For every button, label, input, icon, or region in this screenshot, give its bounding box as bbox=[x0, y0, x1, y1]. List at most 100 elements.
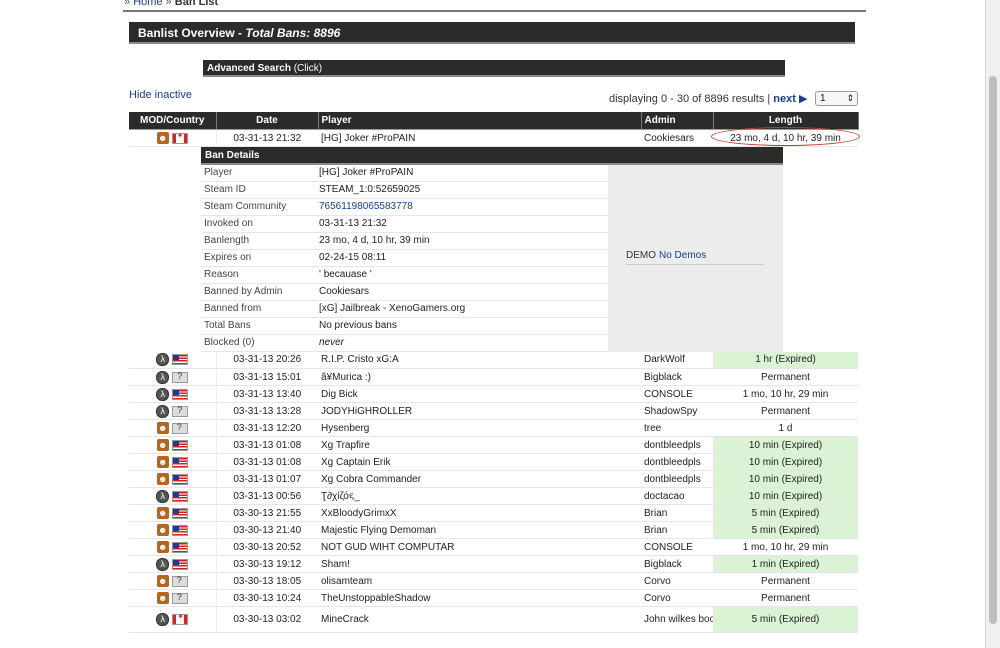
advanced-search-label: Advanced Search bbox=[207, 63, 291, 74]
table-row[interactable]: ☻ 03-31-13 01:08 Xg Trapfire dontbleedpls 10… bbox=[129, 436, 858, 454]
half-life-icon: λ bbox=[156, 370, 170, 384]
pagination-text: displaying 0 - 30 of 8896 results | bbox=[609, 93, 774, 105]
ban-details-table: Ban Details Player [HG] Joker #ProPAIN DEM… bbox=[201, 147, 784, 352]
table-row[interactable]: ☻ 03-30-13 21:55 XxBloodyGrimxX Brian 5 min … bbox=[129, 504, 858, 522]
table-row[interactable]: ☻ 03-31-13 12:20Hysenbergtree1 d bbox=[129, 419, 858, 437]
us-flag-icon bbox=[172, 558, 189, 570]
unknown-flag-icon bbox=[172, 371, 189, 383]
ban-date: 03-30-13 19:12 bbox=[215, 555, 318, 573]
ban-admin: Corvo bbox=[641, 589, 713, 607]
ban-player: JODYHiGHROLLER bbox=[318, 402, 641, 420]
unknown-flag-icon bbox=[171, 592, 188, 604]
ban-length: 10 min (Expired) bbox=[713, 453, 858, 471]
table-row[interactable]: ☻ 03-31-13 01:07 Xg Cobra Commander dontble… bbox=[129, 470, 858, 488]
ban-date: 03-31-13 20:26 bbox=[215, 351, 318, 369]
ban-player: Ʈ∂χίζό૬_ bbox=[318, 487, 641, 505]
ban-player: XxBloodyGrimxX bbox=[318, 504, 641, 522]
pagination-info: displaying 0 - 30 of 8896 results | next… bbox=[609, 92, 807, 105]
mod-country-cell: ☻ bbox=[129, 538, 216, 556]
table-row[interactable]: λ 03-31-13 15:01â¥Murica :)BigblackPerman… bbox=[129, 368, 858, 386]
table-row[interactable]: ☻ 03-30-13 18:05olisamteamCorvoPermanent bbox=[129, 572, 858, 590]
ban-player: olisamteam bbox=[318, 572, 641, 590]
ban-admin: CONSOLE bbox=[641, 385, 713, 403]
us-flag-icon bbox=[171, 507, 188, 519]
table-row[interactable]: ☻ 03-30-13 20:52 NOT GUD WIHT COMPUTAR CONS… bbox=[129, 538, 858, 556]
table-row[interactable]: ☻ 03-31-13 01:08 Xg Captain Erik dontbleedp… bbox=[129, 453, 858, 471]
ban-date: 03-30-13 10:24 bbox=[215, 589, 318, 607]
ban-date: 03-30-13 21:55 bbox=[215, 504, 318, 522]
table-row[interactable]: ☻ 03-30-13 10:24TheUnstoppableShadowCorvo… bbox=[129, 589, 858, 607]
ban-detail-label: Expires on bbox=[201, 249, 316, 267]
cs-icon: ☻ bbox=[156, 422, 169, 434]
table-row[interactable]: λ 03-31-13 20:26 R.I.P. Cristo xG:A DarkWol… bbox=[129, 351, 858, 369]
mod-country-cell: λ bbox=[129, 385, 216, 403]
next-page-link[interactable]: next ▶ bbox=[773, 93, 807, 105]
hide-inactive-link[interactable]: Hide inactive bbox=[129, 89, 192, 101]
ban-date: 03-31-13 01:08 bbox=[215, 453, 318, 471]
demo-panel: DEMO No Demos bbox=[608, 164, 784, 352]
table-row[interactable]: λ 03-30-13 19:12 Sham! Bigblack 1 min (Expir… bbox=[129, 555, 858, 573]
ban-detail-label: Total Bans bbox=[201, 317, 316, 335]
ban-admin: Bigblack bbox=[641, 368, 713, 386]
cs-icon: ☻ bbox=[156, 439, 169, 451]
ban-details-row: Ban Details Player [HG] Joker #ProPAIN DEM… bbox=[129, 147, 858, 352]
ban-length: 1 min (Expired) bbox=[713, 555, 858, 573]
page-select[interactable]: 1 bbox=[815, 91, 858, 106]
table-row[interactable]: λ 03-31-13 00:56 Ʈ∂χίζό૬_ doctacao 10 min (E… bbox=[129, 487, 858, 505]
ban-length: Permanent bbox=[713, 402, 858, 420]
ban-admin: Brian bbox=[641, 521, 713, 539]
table-row[interactable]: λ 03-30-13 03:02MineCrackJohn wilkes boot… bbox=[129, 606, 858, 633]
mod-country-cell: λ bbox=[129, 368, 216, 386]
overview-total: Total Bans: 8896 bbox=[245, 26, 341, 40]
ban-player: Sham! bbox=[318, 555, 641, 573]
ban-player: NOT GUD WIHT COMPUTAR bbox=[318, 538, 641, 556]
table-row[interactable]: λ 03-31-13 13:40 Dig Bick CONSOLE 1 mo, 10 h… bbox=[129, 385, 858, 403]
mod-country-cell: ☻ bbox=[129, 453, 216, 471]
cs-icon: ☻ bbox=[156, 473, 169, 485]
ban-date: 03-30-13 20:52 bbox=[215, 538, 318, 556]
ban-date: 03-31-13 21:32 bbox=[215, 129, 318, 147]
ban-admin: John wilkes booth bbox=[641, 606, 713, 633]
mod-country-cell: λ bbox=[129, 555, 216, 573]
no-demos-link[interactable]: No Demos bbox=[659, 250, 706, 261]
half-life-icon: λ bbox=[156, 387, 170, 401]
advanced-search-hint: (Click) bbox=[290, 63, 323, 74]
ban-date: 03-30-13 18:05 bbox=[215, 572, 318, 590]
ban-detail-value: No previous bans bbox=[316, 317, 608, 335]
ban-detail-label: Invoked on bbox=[201, 215, 316, 233]
half-life-icon: λ bbox=[156, 557, 170, 571]
column-date: Date bbox=[216, 112, 319, 130]
ban-date: 03-30-13 03:02 bbox=[215, 606, 318, 633]
ban-admin: Cookiesars bbox=[641, 129, 713, 147]
ban-length: Permanent bbox=[713, 368, 858, 386]
scrollbar-thumb[interactable] bbox=[989, 76, 997, 624]
us-flag-icon bbox=[172, 388, 189, 400]
ban-date: 03-31-13 13:40 bbox=[215, 385, 318, 403]
mod-country-cell: λ bbox=[129, 402, 216, 420]
advanced-search-toggle[interactable]: Advanced Search (Click) bbox=[203, 60, 785, 77]
demo-icon: DEMO bbox=[626, 250, 656, 262]
demo-entry[interactable]: DEMO No Demos bbox=[626, 250, 764, 266]
us-flag-icon bbox=[171, 524, 188, 536]
ban-date: 03-31-13 13:28 bbox=[215, 402, 318, 420]
unknown-flag-icon bbox=[171, 575, 188, 587]
ban-detail-value: [HG] Joker #ProPAIN bbox=[316, 164, 608, 182]
breadcrumb-home-link[interactable]: Home bbox=[133, 0, 162, 8]
column-admin: Admin bbox=[641, 112, 714, 130]
steam-community-link[interactable]: 76561198065583778 bbox=[319, 201, 413, 212]
ban-player: Xg Trapfire bbox=[318, 436, 641, 454]
ban-admin: dontbleedpls bbox=[641, 453, 713, 471]
cs-icon: ☻ bbox=[156, 524, 169, 536]
ban-date: 03-31-13 12:20 bbox=[215, 419, 318, 437]
ban-detail-value: ' becauase ' bbox=[316, 266, 608, 284]
table-row[interactable]: ☻ 03-30-13 21:40 Majestic Flying Demoman Br… bbox=[129, 521, 858, 539]
ban-detail-value: 02-24-15 08:11 bbox=[316, 249, 608, 267]
us-flag-icon bbox=[171, 456, 188, 468]
half-life-icon: λ bbox=[156, 353, 170, 367]
vertical-scrollbar[interactable] bbox=[985, 0, 1000, 648]
half-life-icon: λ bbox=[156, 404, 170, 418]
mod-country-cell: λ bbox=[129, 351, 216, 369]
table-row-selected[interactable]: ☻ 03-31-13 21:32 [HG] Joker #ProPAIN Coo… bbox=[129, 129, 858, 147]
ban-player: MineCrack bbox=[318, 606, 641, 633]
table-row[interactable]: λ 03-31-13 13:28JODYHiGHROLLERShadowSpyPe… bbox=[129, 402, 858, 420]
